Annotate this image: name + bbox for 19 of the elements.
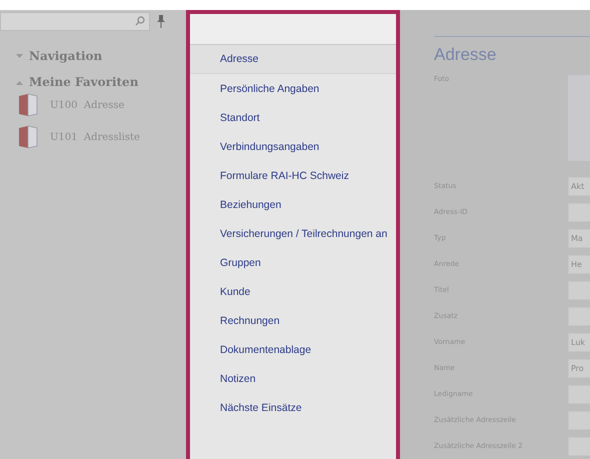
caret-down-icon (16, 54, 23, 58)
menu-item[interactable]: Formulare RAI-HC Schweiz (190, 161, 396, 190)
form-title: Adresse (434, 45, 498, 65)
menu-item[interactable]: Gruppen (190, 248, 396, 277)
menu-item[interactable]: Adresse (190, 45, 396, 74)
menu-item[interactable]: Nächste Einsätze (190, 393, 396, 422)
menu-item[interactable]: Beziehungen (190, 190, 396, 219)
menu-item[interactable]: Versicherungen / Teilrechnungen an (190, 219, 396, 248)
menu-item[interactable]: Persönliche Angaben (190, 74, 396, 103)
menu-item[interactable]: Kunde (190, 277, 396, 306)
search-icon[interactable] (135, 16, 145, 26)
pin-icon[interactable] (156, 14, 166, 28)
menu-item[interactable]: Standort (190, 103, 396, 132)
caret-up-icon (16, 80, 23, 84)
menu-item[interactable]: Notizen (190, 364, 396, 393)
search-field[interactable] (0, 12, 150, 30)
menu-item[interactable]: Dokumentenablage (190, 335, 396, 364)
menu-item[interactable]: Verbindungsangaben (190, 132, 396, 161)
menu-item[interactable]: Rechnungen (190, 306, 396, 335)
